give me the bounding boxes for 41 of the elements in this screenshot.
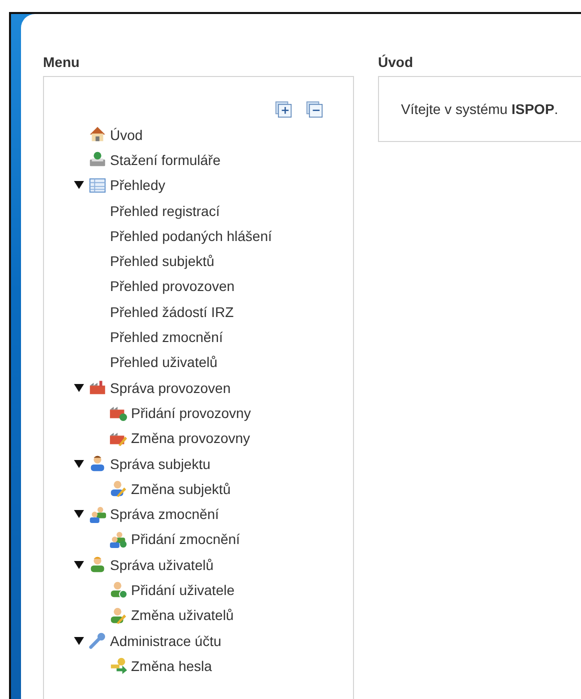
- caret-icon[interactable]: [74, 458, 84, 468]
- person-icon: [88, 454, 107, 473]
- menu-link[interactable]: Úvod: [110, 126, 143, 143]
- menu-link[interactable]: Správa uživatelů: [110, 556, 214, 573]
- menu-link[interactable]: Přehled žádostí IRZ: [110, 304, 234, 320]
- menu-link[interactable]: Správa subjektu: [110, 456, 210, 472]
- collapse-all-button[interactable]: [306, 101, 323, 118]
- caret-icon[interactable]: [74, 560, 84, 570]
- menu-link[interactable]: Přehled registrací: [110, 202, 220, 219]
- menu-link[interactable]: Přehled subjektů: [110, 253, 214, 270]
- menu-link[interactable]: Přidání zmocnění: [131, 531, 240, 548]
- user-icon: [88, 555, 107, 574]
- menu-link[interactable]: Přehled zmocnění: [110, 329, 223, 346]
- caret-icon[interactable]: [74, 382, 84, 393]
- welcome-message: Vítejte v systému ISPOP.: [401, 101, 560, 117]
- menu-link[interactable]: Přidání uživatele: [131, 582, 235, 598]
- menu-link[interactable]: Změna subjektů: [131, 480, 231, 497]
- menu-link[interactable]: Změna provozovny: [131, 430, 250, 446]
- menu-link[interactable]: Přehled podaných hlášení: [110, 228, 272, 244]
- menu-heading: Menu: [43, 54, 81, 70]
- menu-link[interactable]: Stažení formuláře: [110, 152, 220, 168]
- menu-link[interactable]: Správa zmocnění: [110, 506, 219, 522]
- expand-all-button[interactable]: [275, 101, 292, 118]
- menu-link[interactable]: Přehled provozoven: [110, 278, 235, 294]
- people-add-icon: [109, 530, 128, 549]
- menu-link[interactable]: Změna uživatelů: [131, 607, 234, 624]
- caret-icon[interactable]: [74, 509, 84, 520]
- menu-link[interactable]: Správa provozoven: [110, 380, 231, 396]
- table-icon: [88, 176, 107, 195]
- caret-icon[interactable]: [74, 636, 84, 646]
- user-edit-icon: [109, 606, 128, 625]
- people-icon: [88, 504, 107, 524]
- content-heading: Úvod: [378, 54, 414, 70]
- menu-link[interactable]: Přehled uživatelů: [110, 354, 218, 370]
- menu-link[interactable]: Administrace účtu: [110, 632, 222, 649]
- user-add-icon: [109, 580, 128, 600]
- menu-link[interactable]: Přehledy: [110, 177, 166, 194]
- menu-link[interactable]: Přidání provozovny: [131, 404, 251, 421]
- caret-icon[interactable]: [74, 180, 84, 190]
- menu-link[interactable]: Změna hesla: [131, 658, 212, 674]
- person-edit-icon: [109, 479, 128, 498]
